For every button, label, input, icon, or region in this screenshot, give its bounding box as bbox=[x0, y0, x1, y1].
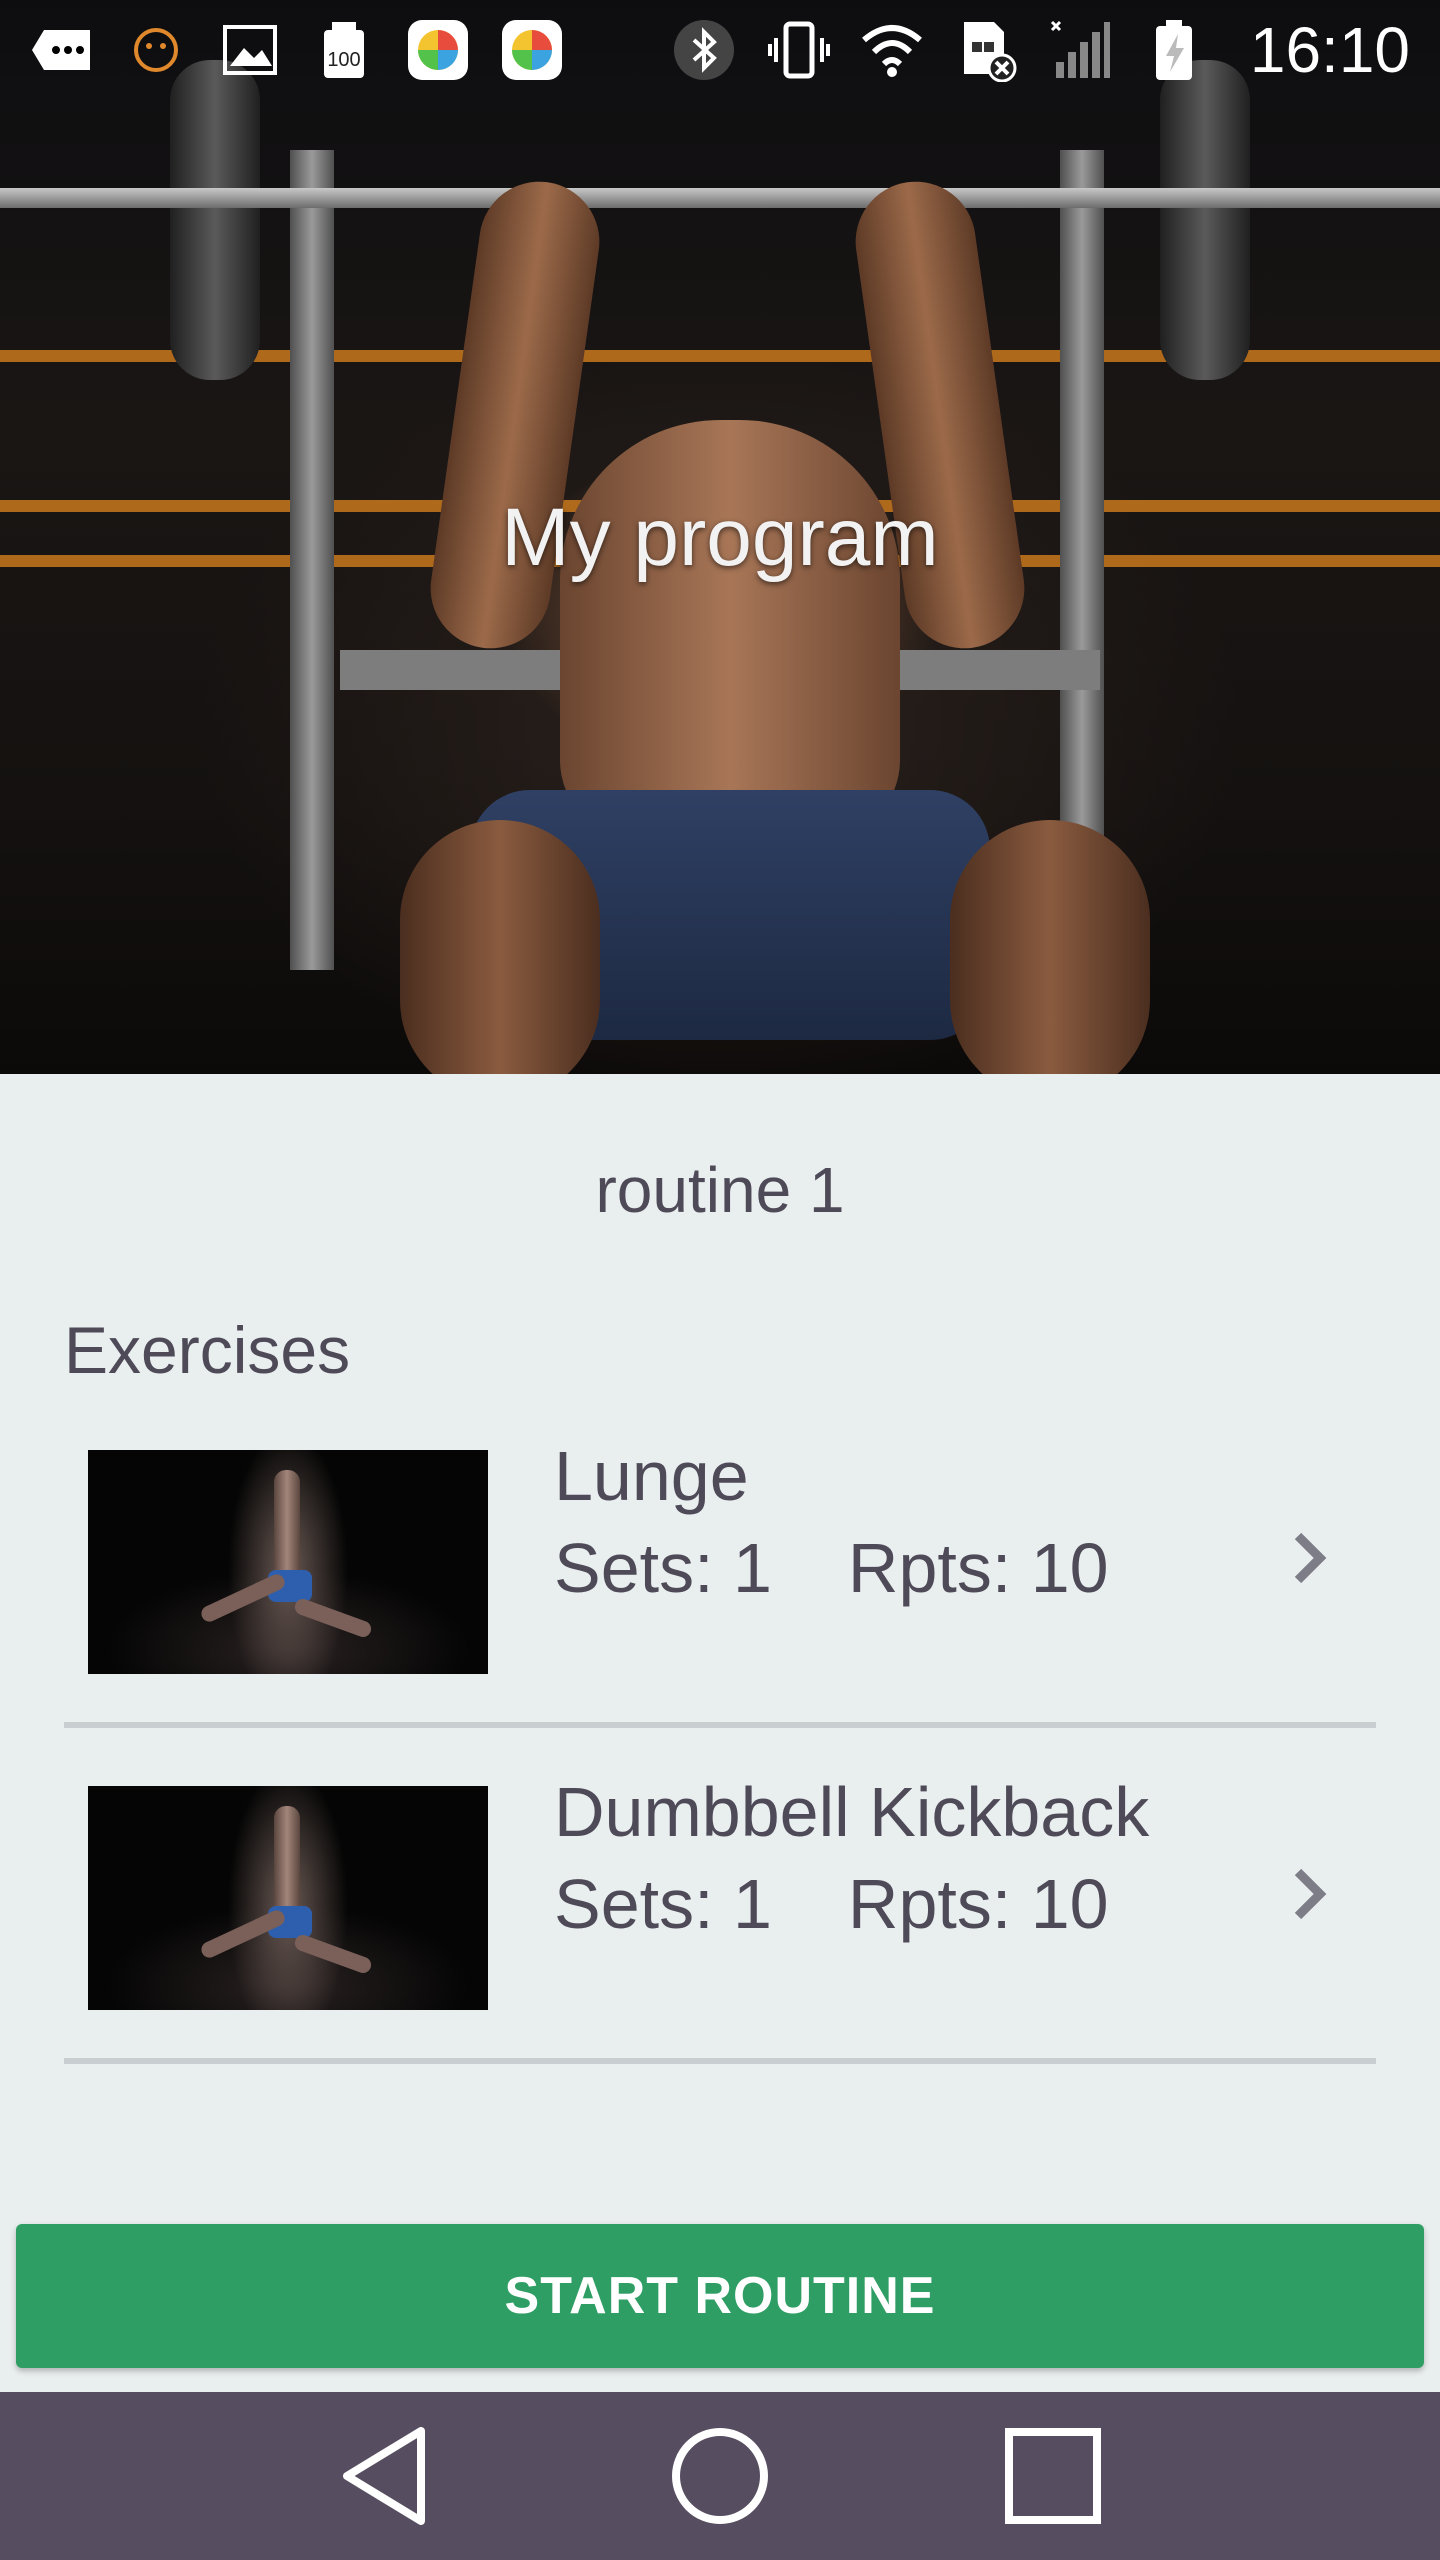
exercises-heading: Exercises bbox=[64, 1313, 351, 1387]
clock: 16:10 bbox=[1249, 14, 1410, 86]
exercise-name: Dumbbell Kickback bbox=[554, 1773, 1150, 1851]
wifi-icon bbox=[860, 18, 924, 82]
start-routine-button[interactable]: START ROUTINE bbox=[16, 2224, 1424, 2368]
app-icon bbox=[406, 18, 470, 82]
emoji-icon bbox=[124, 18, 188, 82]
gallery-icon bbox=[218, 18, 282, 82]
bluetooth-icon bbox=[672, 18, 736, 82]
exercise-sets: Sets: 1 bbox=[554, 1529, 772, 1607]
navigation-bar bbox=[0, 2392, 1440, 2560]
exercise-row-lunge[interactable]: Lunge Sets: 1 Rpts: 10 bbox=[64, 1398, 1376, 1728]
sim-disabled-icon bbox=[954, 18, 1018, 82]
chevron-right-icon[interactable] bbox=[1280, 1854, 1340, 1934]
exercise-reps: Rpts: 10 bbox=[847, 1529, 1109, 1607]
exercise-reps: Rpts: 10 bbox=[847, 1865, 1109, 1943]
recents-icon[interactable] bbox=[983, 2406, 1123, 2546]
status-bar: 100 16:10 bbox=[0, 0, 1440, 100]
vibrate-icon bbox=[766, 18, 830, 82]
exercise-stats: Sets: 1 Rpts: 10 bbox=[554, 1864, 1109, 1944]
exercise-sets: Sets: 1 bbox=[554, 1865, 772, 1943]
message-icon bbox=[30, 18, 94, 82]
home-icon[interactable] bbox=[650, 2406, 790, 2546]
hero-image: My program bbox=[0, 0, 1440, 1074]
exercise-thumbnail bbox=[88, 1450, 488, 1674]
routine-title: routine 1 bbox=[595, 1154, 845, 1226]
exercise-stats: Sets: 1 Rpts: 10 bbox=[554, 1528, 1109, 1608]
exercise-thumbnail bbox=[88, 1786, 488, 2010]
svg-text:100: 100 bbox=[327, 49, 360, 71]
screen: My program 100 16:10 routine 1 Exercises… bbox=[0, 0, 1440, 2560]
app-icon bbox=[500, 18, 564, 82]
chevron-right-icon[interactable] bbox=[1280, 1518, 1340, 1598]
back-icon[interactable] bbox=[317, 2406, 457, 2546]
exercise-name: Lunge bbox=[554, 1437, 749, 1515]
signal-icon bbox=[1048, 18, 1112, 82]
exercise-row-dumbbell-kickback[interactable]: Dumbbell Kickback Sets: 1 Rpts: 10 bbox=[64, 1734, 1376, 2064]
battery-charging-icon bbox=[1142, 18, 1206, 82]
page-title: My program bbox=[501, 492, 939, 583]
battery-100-icon: 100 bbox=[312, 18, 376, 82]
